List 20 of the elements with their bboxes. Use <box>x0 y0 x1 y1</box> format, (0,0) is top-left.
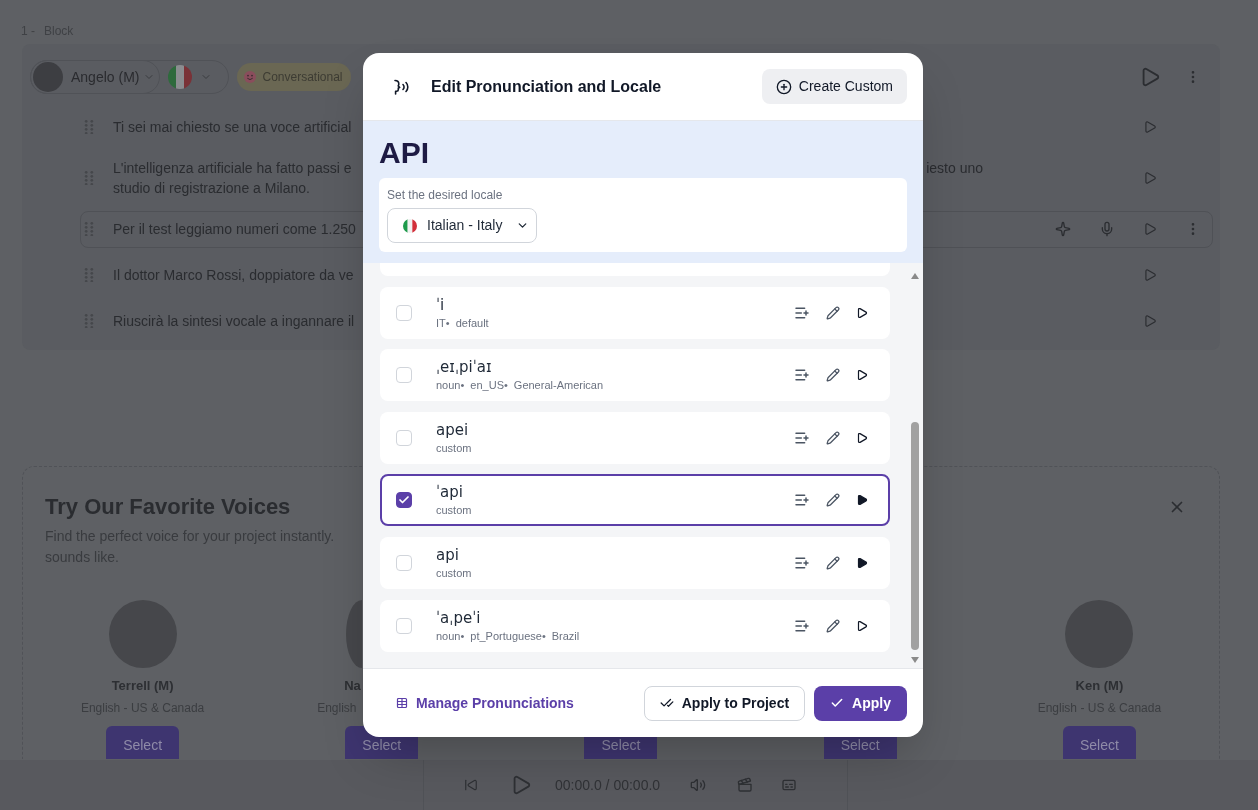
pronunciation-tag: default <box>455 315 489 330</box>
pronunciation-tag: pt_Portuguese• <box>470 628 546 643</box>
phonetic-text: apei <box>436 420 469 439</box>
pronunciation-tag: en_US• <box>470 378 508 393</box>
phonetic-text: ˌeɪˌpiˈaɪ <box>436 358 492 377</box>
pronunciation-tag: Brazil <box>551 628 580 643</box>
phonetic-text: api <box>436 545 459 564</box>
phonetic-text: ˈaˌpeˈi <box>436 608 481 627</box>
phonetic-text: ˈapi <box>436 483 463 502</box>
pronunciation-tag: General-American <box>513 378 604 393</box>
pronunciation-tag: IT• <box>436 315 450 330</box>
pronunciation-tag: custom <box>436 565 472 580</box>
word-heading: API <box>379 135 429 171</box>
phonetic-text: ˈi <box>436 295 445 314</box>
locale-label: Set the desired locale <box>387 187 503 203</box>
pronunciation-tag: noun• <box>436 378 465 393</box>
pronunciation-tag: custom <box>436 440 472 455</box>
dialog-title: Edit Pronunciation and Locale <box>431 76 662 97</box>
pronunciation-tag: custom <box>436 503 472 518</box>
pronunciation-tag: noun• <box>436 628 465 643</box>
